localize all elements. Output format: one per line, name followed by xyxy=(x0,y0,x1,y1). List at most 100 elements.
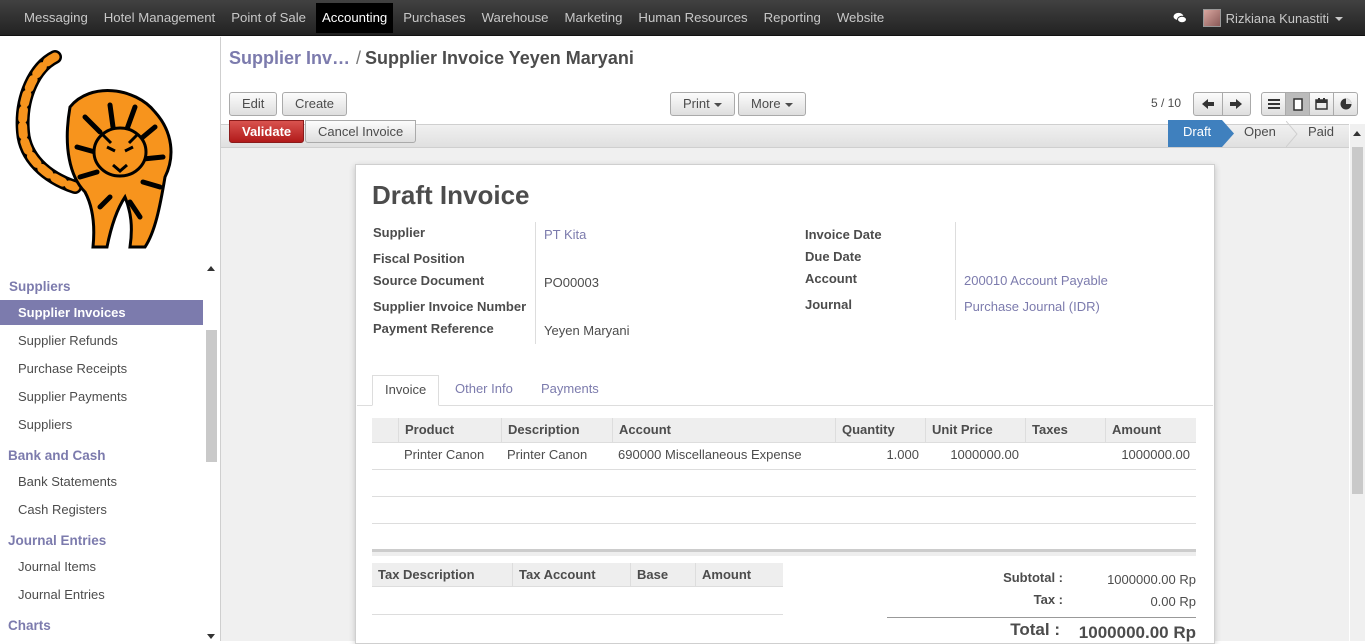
create-button[interactable]: Create xyxy=(282,92,348,116)
account-field[interactable]: 200010 Account Payable xyxy=(964,273,1108,288)
calendar-icon xyxy=(1315,98,1328,110)
total-value: 1000000.00 Rp xyxy=(1078,623,1196,642)
sidebar-item-cash-registers[interactable]: Cash Registers xyxy=(0,497,203,522)
payment-reference-label: Payment Reference xyxy=(373,321,494,336)
supplier-invoice-number-label: Supplier Invoice Number xyxy=(373,299,527,314)
scroll-down-icon[interactable] xyxy=(207,634,215,639)
line-product[interactable]: Printer Canon xyxy=(404,444,484,469)
list-view-button[interactable] xyxy=(1262,93,1286,115)
pager-previous-button[interactable] xyxy=(1194,93,1223,115)
menu-hotel-management[interactable]: Hotel Management xyxy=(96,0,223,36)
user-menu[interactable]: Rizkiana Kunastiti xyxy=(1226,11,1343,26)
menu-messaging[interactable]: Messaging xyxy=(16,0,96,36)
column-tax-description[interactable]: Tax Description xyxy=(378,563,475,587)
menu-marketing[interactable]: Marketing xyxy=(557,0,631,36)
graph-view-button[interactable] xyxy=(1334,93,1357,115)
column-unit-price[interactable]: Unit Price xyxy=(932,418,993,443)
sidebar-item-suppliers[interactable]: Suppliers xyxy=(0,412,203,437)
stage-paid[interactable]: Paid xyxy=(1308,120,1334,147)
sidebar-item-bank-statements[interactable]: Bank Statements xyxy=(0,469,203,494)
column-account[interactable]: Account xyxy=(619,418,671,443)
column-separator xyxy=(695,563,696,587)
nav-header-suppliers: Suppliers xyxy=(9,279,71,294)
scrollbar-thumb[interactable] xyxy=(206,330,217,462)
menu-warehouse[interactable]: Warehouse xyxy=(474,0,557,36)
edit-button[interactable]: Edit xyxy=(229,92,278,116)
sidebar-item-supplier-payments[interactable]: Supplier Payments xyxy=(0,384,203,409)
chat-bubbles-icon[interactable] xyxy=(1173,12,1187,24)
menu-reporting[interactable]: Reporting xyxy=(756,0,829,36)
tab-other-info[interactable]: Other Info xyxy=(443,375,525,406)
tab-payments[interactable]: Payments xyxy=(529,375,611,406)
scrollbar-thumb[interactable] xyxy=(1352,147,1363,494)
arrow-left-icon xyxy=(1201,99,1214,109)
pager-counter[interactable]: 5 / 10 xyxy=(1151,96,1181,110)
menu-point-of-sale[interactable]: Point of Sale xyxy=(223,0,314,36)
menu-purchases[interactable]: Purchases xyxy=(395,0,473,36)
menu-website[interactable]: Website xyxy=(829,0,892,36)
line-taxes[interactable] xyxy=(1032,444,1092,469)
cancel-invoice-button[interactable]: Cancel Invoice xyxy=(305,120,417,143)
sidebar-item-supplier-refunds[interactable]: Supplier Refunds xyxy=(0,328,203,353)
tab-invoice[interactable]: Invoice xyxy=(372,375,440,406)
tax-label: Tax : xyxy=(1033,592,1063,607)
line-unit-price[interactable]: 1000000.00 xyxy=(930,444,1019,469)
chevron-down-icon xyxy=(784,102,793,107)
arrow-right-icon xyxy=(1230,99,1243,109)
line-account[interactable]: 690000 Miscellaneous Expense xyxy=(618,444,802,469)
breadcrumb-parent-link[interactable]: Supplier Inv… xyxy=(229,48,350,68)
line-amount[interactable]: 1000000.00 xyxy=(1110,444,1190,469)
nav-header-bank-and-cash: Bank and Cash xyxy=(8,448,106,463)
menu-accounting[interactable]: Accounting xyxy=(316,3,394,33)
column-product[interactable]: Product xyxy=(405,418,454,443)
column-description[interactable]: Description xyxy=(508,418,580,443)
sidebar-item-journal-items[interactable]: Journal Items xyxy=(0,554,203,579)
list-icon xyxy=(1267,99,1280,109)
total-label: Total : xyxy=(1010,620,1060,639)
column-base[interactable]: Base xyxy=(637,563,668,587)
sidebar: Suppliers Supplier Invoices Supplier Ref… xyxy=(0,37,221,641)
scroll-up-icon[interactable] xyxy=(207,266,215,271)
row-divider xyxy=(372,523,1196,524)
line-description[interactable]: Printer Canon xyxy=(507,444,587,469)
column-separator xyxy=(1025,418,1026,443)
sidebar-item-journal-entries[interactable]: Journal Entries xyxy=(0,582,203,607)
column-quantity[interactable]: Quantity xyxy=(842,418,895,443)
scroll-up-icon[interactable] xyxy=(1353,131,1361,136)
row-divider xyxy=(372,496,1196,497)
column-amount[interactable]: Amount xyxy=(1112,418,1161,443)
print-button[interactable]: Print xyxy=(670,92,735,116)
main-menu: Messaging Hotel Management Point of Sale… xyxy=(16,0,892,36)
avatar[interactable] xyxy=(1202,9,1221,27)
field-divider xyxy=(535,222,536,344)
sidebar-item-purchase-receipts[interactable]: Purchase Receipts xyxy=(0,356,203,381)
column-taxes[interactable]: Taxes xyxy=(1032,418,1068,443)
subtotal-value: 1000000.00 Rp xyxy=(1107,572,1196,587)
form-view-button[interactable] xyxy=(1286,93,1310,115)
view-switcher xyxy=(1261,92,1358,116)
payment-reference-field[interactable]: Yeyen Maryani xyxy=(544,323,630,338)
subtotal-label: Subtotal : xyxy=(1003,570,1063,585)
column-separator xyxy=(630,563,631,587)
column-tax-account[interactable]: Tax Account xyxy=(519,563,596,587)
line-quantity[interactable]: 1.000 xyxy=(840,444,919,469)
more-button-label: More xyxy=(751,96,781,111)
stage-open[interactable]: Open xyxy=(1244,120,1276,147)
top-menu-bar: Messaging Hotel Management Point of Sale… xyxy=(0,0,1365,36)
main-scrollbar[interactable] xyxy=(1350,124,1365,641)
menu-human-resources[interactable]: Human Resources xyxy=(630,0,755,36)
validate-button[interactable]: Validate xyxy=(229,120,305,143)
more-button[interactable]: More xyxy=(738,92,806,116)
print-button-label: Print xyxy=(683,96,710,111)
journal-field[interactable]: Purchase Journal (IDR) xyxy=(964,299,1100,314)
column-tax-amount[interactable]: Amount xyxy=(702,563,751,587)
sidebar-item-supplier-invoices[interactable]: Supplier Invoices xyxy=(0,300,203,325)
nav-header-journal-entries: Journal Entries xyxy=(8,533,107,548)
source-document-field[interactable]: PO00003 xyxy=(544,275,599,290)
grid-footer-shade xyxy=(372,552,1196,556)
pager-next-button[interactable] xyxy=(1223,93,1251,115)
sidebar-scrollbar[interactable] xyxy=(204,262,217,641)
supplier-field[interactable]: PT Kita xyxy=(544,227,586,242)
breadcrumb: Supplier Inv… / Supplier Invoice Yeyen Mar… xyxy=(229,48,634,69)
calendar-view-button[interactable] xyxy=(1310,93,1334,115)
